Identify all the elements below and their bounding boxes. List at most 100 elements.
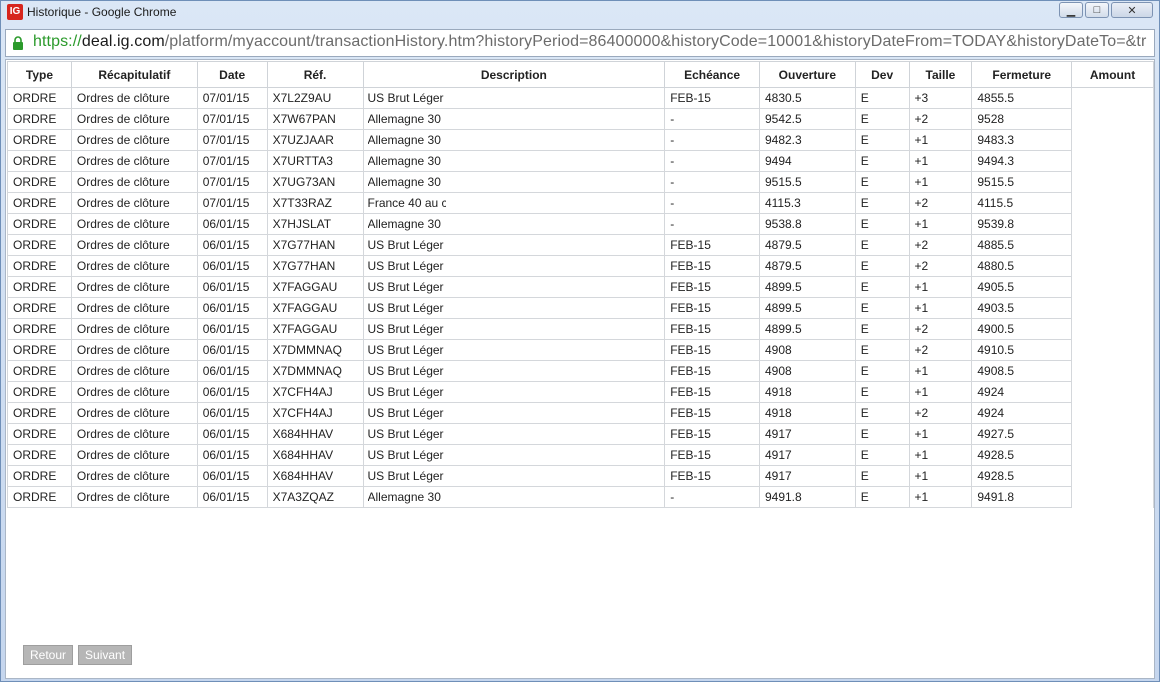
amount-cell <box>1071 234 1154 256</box>
table-cell: FEB-15 <box>664 255 760 277</box>
table-cell: E <box>854 150 910 172</box>
description-text: US Brut Léger <box>367 322 444 337</box>
ig-app-icon: IG <box>7 4 23 20</box>
transaction-history-table: Type Récapitulatif Date Réf. Description Eché… <box>7 61 1154 508</box>
column-header[interactable]: Fermeture <box>971 61 1073 88</box>
column-header[interactable]: Date <box>196 61 268 88</box>
table-cell: 06/01/15 <box>196 339 268 361</box>
table-cell: ORDRE <box>7 402 72 424</box>
table-cell: 07/01/15 <box>196 129 268 151</box>
table-cell: US Brut Léger <box>362 381 666 403</box>
table-cell: - <box>664 192 760 214</box>
table-row: ORDRE Ordres de clôture 07/01/15 X7UG73AN Al… <box>7 171 1154 193</box>
page-content: Type Récapitulatif Date Réf. Description Eché… <box>5 59 1155 679</box>
table-cell: X7T33RAZ <box>266 192 364 214</box>
minimize-button[interactable]: ▁ <box>1059 2 1083 18</box>
address-bar[interactable]: https://deal.ig.com/platform/myaccount/t… <box>5 29 1155 57</box>
table-cell: X7FAGGAU <box>266 276 364 298</box>
table-cell: X7L2Z9AU <box>266 87 364 109</box>
description-text: US Brut Léger <box>367 406 444 421</box>
table-cell: +2 <box>908 402 973 424</box>
table-cell: 07/01/15 <box>196 171 268 193</box>
column-header[interactable]: Ouverture <box>758 61 856 88</box>
description-text: Allemagne 30 <box>367 490 441 505</box>
table-cell: X7A3ZQAZ <box>266 486 364 508</box>
lock-icon <box>13 36 23 50</box>
amount-cell <box>1071 87 1154 109</box>
table-cell: US Brut Léger <box>362 360 666 382</box>
table-cell: Allemagne 30 <box>362 486 666 508</box>
table-cell: 4918 <box>758 381 856 403</box>
column-header[interactable]: Type <box>7 61 72 88</box>
table-row: ORDRE Ordres de clôture 06/01/15 X7FAGGAU US… <box>7 297 1154 319</box>
column-header[interactable]: Echéance <box>664 61 760 88</box>
table-cell: 06/01/15 <box>196 297 268 319</box>
table-cell: E <box>854 192 910 214</box>
column-header[interactable]: Réf. <box>266 61 364 88</box>
table-cell: ORDRE <box>7 423 72 445</box>
amount-cell <box>1071 465 1154 487</box>
maximize-button[interactable]: □ <box>1085 2 1109 18</box>
table-cell: 4879.5 <box>758 234 856 256</box>
table-cell: +2 <box>908 192 973 214</box>
back-button[interactable]: Retour <box>23 645 74 665</box>
table-cell: +1 <box>908 171 973 193</box>
table-cell: +1 <box>908 465 973 487</box>
table-cell: ORDRE <box>7 234 72 256</box>
amount-cell <box>1071 171 1154 193</box>
table-cell: 07/01/15 <box>196 150 268 172</box>
table-cell: 9494.3 <box>971 150 1073 172</box>
table-cell: Allemagne 30 <box>362 108 666 130</box>
table-cell: 9515.5 <box>971 171 1073 193</box>
table-cell: ORDRE <box>7 381 72 403</box>
table-cell: +2 <box>908 318 973 340</box>
table-cell: Allemagne 30 <box>362 213 666 235</box>
close-button[interactable]: ✕ <box>1111 2 1153 18</box>
column-header[interactable]: Amount <box>1071 61 1154 88</box>
table-cell: 4910.5 <box>971 339 1073 361</box>
table-cell: Ordres de clôture <box>70 192 198 214</box>
table-cell: ORDRE <box>7 486 72 508</box>
table-cell: 9482.3 <box>758 129 856 151</box>
amount-cell <box>1071 213 1154 235</box>
url-scheme: https:// <box>33 33 82 50</box>
table-cell: +1 <box>908 297 973 319</box>
table-cell: 9538.8 <box>758 213 856 235</box>
table-cell: US Brut Léger <box>362 402 666 424</box>
table-cell: 4908.5 <box>971 360 1073 382</box>
table-cell: 06/01/15 <box>196 423 268 445</box>
table-cell: 06/01/15 <box>196 276 268 298</box>
table-cell: 4880.5 <box>971 255 1073 277</box>
amount-cell <box>1071 255 1154 277</box>
table-cell: Ordres de clôture <box>70 108 198 130</box>
table-cell: 9494 <box>758 150 856 172</box>
table-cell: X7DMMNAQ <box>266 360 364 382</box>
table-cell: ORDRE <box>7 318 72 340</box>
table-cell: Ordres de clôture <box>70 486 198 508</box>
column-header[interactable]: Taille <box>908 61 973 88</box>
column-header[interactable]: Récapitulatif <box>70 61 198 88</box>
table-row: ORDRE Ordres de clôture 07/01/15 X7URTTA3 Al… <box>7 150 1154 172</box>
table-cell: Ordres de clôture <box>70 213 198 235</box>
table-cell: 06/01/15 <box>196 402 268 424</box>
column-header[interactable]: Dev <box>854 61 910 88</box>
next-button[interactable]: Suivant <box>78 645 133 665</box>
table-cell: - <box>664 213 760 235</box>
table-cell: E <box>854 87 910 109</box>
table-cell: - <box>664 129 760 151</box>
table-row: ORDRE Ordres de clôture 06/01/15 X7HJSLAT Al… <box>7 213 1154 235</box>
table-cell: 4830.5 <box>758 87 856 109</box>
description-text: US Brut Léger <box>367 91 444 106</box>
table-cell: 4885.5 <box>971 234 1073 256</box>
table-cell: X7FAGGAU <box>266 318 364 340</box>
table-cell: US Brut Léger <box>362 423 666 445</box>
column-header[interactable]: Description <box>362 61 666 88</box>
description-text: US Brut Léger <box>367 238 444 253</box>
table-cell: E <box>854 402 910 424</box>
window-title: Historique - Google Chrome <box>27 5 177 19</box>
table-cell: ORDRE <box>7 150 72 172</box>
table-cell: Ordres de clôture <box>70 297 198 319</box>
table-cell: 9483.3 <box>971 129 1073 151</box>
url-text[interactable]: https://deal.ig.com/platform/myaccount/t… <box>33 33 1146 51</box>
table-cell: X7UG73AN <box>266 171 364 193</box>
